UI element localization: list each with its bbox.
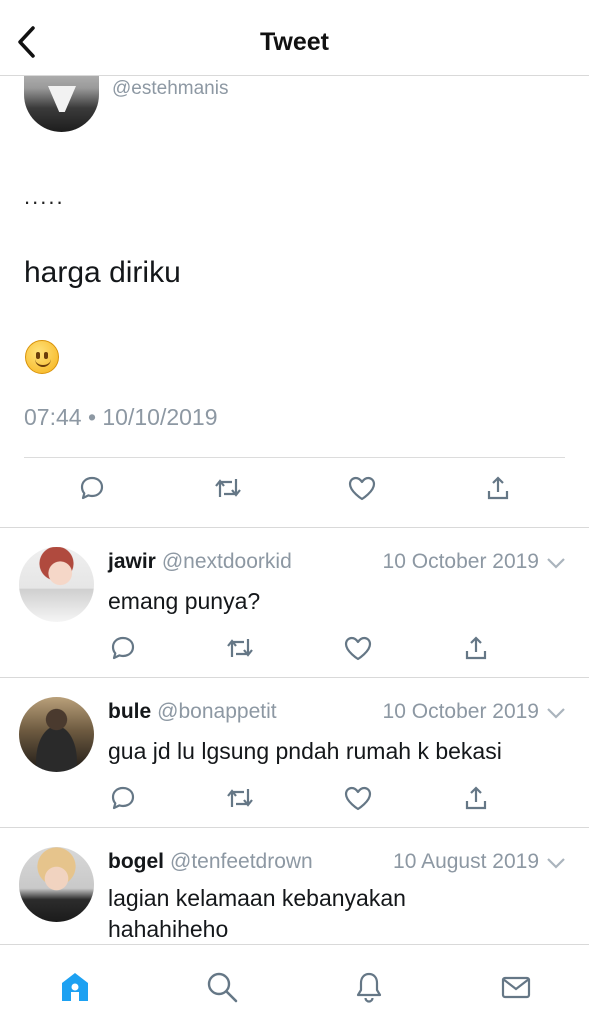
author-handle[interactable]: @estehmanis xyxy=(112,78,228,100)
share-button[interactable] xyxy=(460,632,492,664)
like-button[interactable] xyxy=(346,472,378,504)
tweet-text: harga diriku xyxy=(24,256,181,289)
retweet-icon xyxy=(227,639,253,657)
avatar[interactable] xyxy=(19,697,94,772)
tab-home[interactable] xyxy=(55,967,95,1007)
divider xyxy=(0,677,589,678)
tweet-text-dots: ..... xyxy=(24,184,65,209)
share-button[interactable] xyxy=(460,782,492,814)
retweet-icon xyxy=(227,789,253,807)
like-icon xyxy=(348,476,376,501)
reply-author-name: bule xyxy=(108,700,152,723)
tweet-timestamp: 07:44 • 10/10/2019 xyxy=(24,404,218,430)
reply-button[interactable] xyxy=(107,782,139,814)
divider xyxy=(24,457,565,458)
divider xyxy=(0,527,589,528)
tab-messages[interactable] xyxy=(496,967,536,1007)
like-button[interactable] xyxy=(342,782,374,814)
share-icon xyxy=(465,786,487,810)
reply-author-handle: @bonappetit xyxy=(157,700,277,723)
reply-icon xyxy=(80,476,104,500)
reply-date: 10 August 2019 xyxy=(393,850,539,873)
retweet-icon xyxy=(215,479,241,497)
reply-text: gua jd lu lgsung pndah rumah k bekasi xyxy=(108,738,502,764)
reply-date: 10 October 2019 xyxy=(382,550,539,573)
share-button[interactable] xyxy=(482,472,514,504)
reply-author[interactable]: bogel @tenfeetdrown xyxy=(108,850,313,874)
reply-author[interactable]: jawir @nextdoorkid xyxy=(108,550,292,574)
like-icon xyxy=(344,636,372,661)
home-icon xyxy=(62,973,88,1001)
page-title: Tweet xyxy=(260,28,329,56)
retweet-button[interactable] xyxy=(212,472,244,504)
reply-author[interactable]: bule @bonappetit xyxy=(108,700,277,724)
avatar[interactable] xyxy=(19,847,94,922)
top-nav-bar: Tweet xyxy=(0,0,589,76)
reply-icon xyxy=(111,786,135,810)
reply-text: lagian kelamaan kebanyakan hahahiheho xyxy=(108,885,406,942)
reply-author-name: jawir xyxy=(108,550,156,573)
tweet-actions xyxy=(0,472,589,512)
reply-author-handle: @nextdoorkid xyxy=(161,550,292,573)
share-icon xyxy=(465,636,487,660)
divider xyxy=(0,827,589,828)
reply-button[interactable] xyxy=(76,472,108,504)
avatar[interactable] xyxy=(19,547,94,622)
reply-date: 10 October 2019 xyxy=(382,700,539,723)
search-icon xyxy=(207,972,238,1003)
reply-text: emang punya? xyxy=(108,588,261,614)
messages-icon xyxy=(501,976,531,999)
chevron-down-icon[interactable] xyxy=(545,855,567,871)
bottom-tab-bar xyxy=(0,944,589,1024)
like-icon xyxy=(344,786,372,811)
retweet-button[interactable] xyxy=(224,632,256,664)
notifications-icon xyxy=(356,972,382,1003)
like-button[interactable] xyxy=(342,632,374,664)
retweet-button[interactable] xyxy=(224,782,256,814)
share-icon xyxy=(487,476,509,500)
reply-author-handle: @tenfeetdrown xyxy=(170,850,313,873)
reply-icon xyxy=(111,636,135,660)
tab-notifications[interactable] xyxy=(349,967,389,1007)
reply-button[interactable] xyxy=(107,632,139,664)
chevron-down-icon[interactable] xyxy=(545,705,567,721)
chevron-down-icon[interactable] xyxy=(545,555,567,571)
tab-search[interactable] xyxy=(202,967,242,1007)
reply-author-name: bogel xyxy=(108,850,164,873)
smiling-face-emoji xyxy=(25,340,59,374)
